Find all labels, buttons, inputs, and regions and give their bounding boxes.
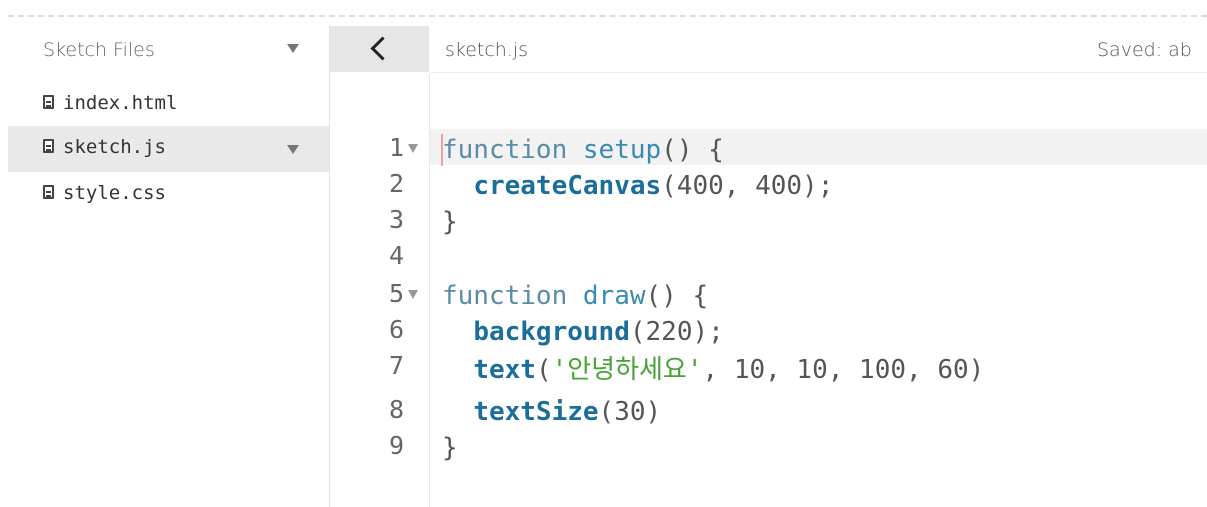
- file-label: index.html: [63, 92, 178, 114]
- line-number: 3: [388, 205, 404, 234]
- keyword: function: [442, 135, 568, 165]
- code-line-9: }: [442, 430, 458, 466]
- code-punctuation: }: [442, 433, 458, 463]
- code-punctuation: }: [442, 207, 458, 237]
- file-options-caret-icon[interactable]: [287, 145, 299, 154]
- file-icon: [43, 185, 54, 199]
- file-item-sketch-js[interactable]: sketch.js: [8, 126, 329, 172]
- code-args: , 10, 10, 100, 60): [702, 355, 985, 385]
- line-number: 6: [388, 315, 404, 344]
- line-number: 9: [388, 431, 404, 460]
- code-punctuation: (: [535, 355, 552, 385]
- line-number: 5: [388, 279, 404, 308]
- builtin-call: background: [473, 317, 630, 347]
- sidebar-menu-caret-icon[interactable]: [287, 44, 299, 53]
- code-args: (220);: [629, 317, 724, 347]
- code-line-5: function draw() {: [442, 278, 708, 314]
- builtin-call: text: [473, 355, 536, 385]
- fold-arrow-icon[interactable]: [408, 144, 418, 153]
- top-border: [8, 15, 1207, 17]
- editor-file-name: sketch.js: [445, 39, 529, 61]
- code-punctuation: () {: [661, 135, 724, 165]
- save-status: Saved: ab: [1097, 39, 1192, 61]
- function-name: draw: [582, 281, 646, 311]
- code-line-7: text('안녕하세요', 10, 10, 100, 60): [442, 352, 984, 388]
- code-line-3: }: [442, 204, 458, 240]
- code-args: (400, 400);: [661, 171, 834, 201]
- file-item-style-css[interactable]: style.css: [8, 172, 329, 218]
- code-line-8: textSize(30): [442, 394, 661, 430]
- line-number: 2: [388, 169, 404, 198]
- sidebar-header[interactable]: Sketch Files: [8, 26, 329, 74]
- code-line-1: function setup() {: [442, 132, 724, 168]
- line-number: 7: [388, 351, 404, 380]
- sidebar: Sketch Files index.html sketch.js style.…: [8, 26, 330, 507]
- file-icon: [43, 139, 54, 153]
- code-line-6: background(220);: [442, 314, 724, 350]
- file-icon: [43, 95, 54, 109]
- code-line-2: createCanvas(400, 400);: [442, 168, 833, 204]
- file-item-index-html[interactable]: index.html: [8, 82, 329, 128]
- keyword: function: [442, 281, 568, 311]
- collapse-sidebar-button[interactable]: [330, 26, 429, 72]
- function-name: setup: [582, 135, 662, 165]
- editor-header: sketch.js Saved: ab: [430, 26, 1207, 73]
- file-label: style.css: [63, 182, 166, 204]
- sidebar-title: Sketch Files: [43, 39, 155, 61]
- builtin-call: createCanvas: [473, 171, 662, 201]
- line-number: 4: [388, 241, 404, 270]
- code-punctuation: () {: [645, 281, 709, 311]
- code-args: (30): [598, 397, 662, 427]
- file-label: sketch.js: [63, 136, 166, 158]
- line-number: 8: [388, 395, 404, 424]
- fold-arrow-icon[interactable]: [408, 290, 418, 299]
- line-number: 1: [388, 133, 404, 162]
- string-literal: '안녕하세요': [551, 355, 703, 385]
- builtin-call: textSize: [473, 397, 599, 427]
- chevron-left-icon: [370, 36, 395, 61]
